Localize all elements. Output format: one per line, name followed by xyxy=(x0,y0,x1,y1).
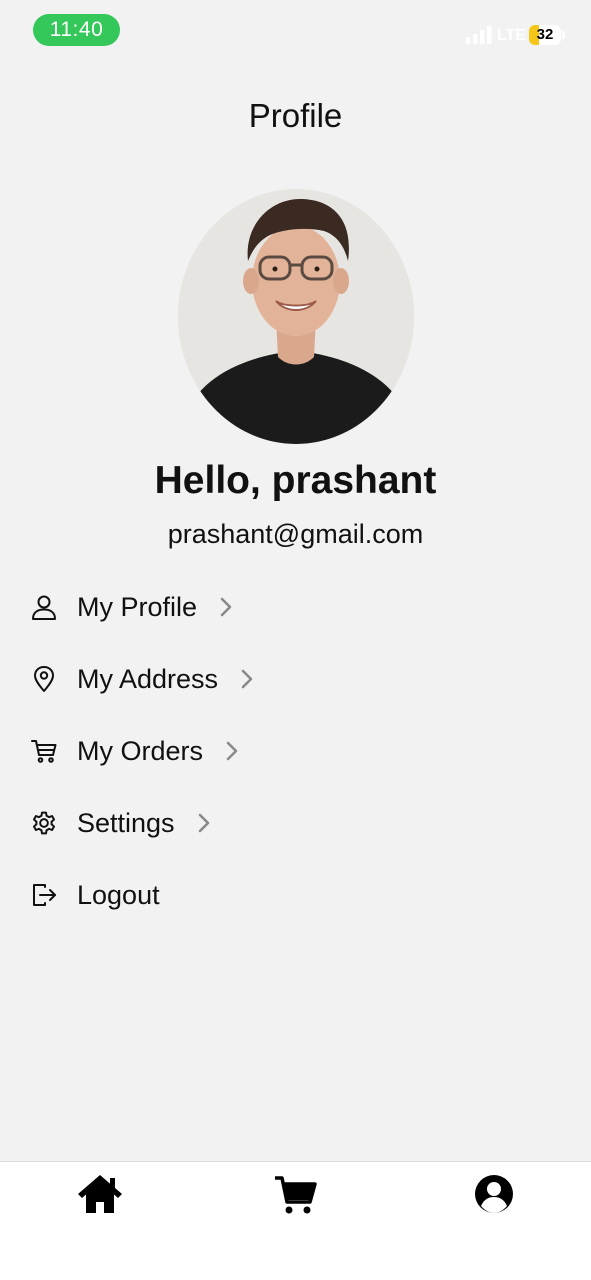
nav-account[interactable] xyxy=(470,1172,518,1216)
home-icon xyxy=(78,1175,122,1213)
menu-item-label: My Address xyxy=(77,663,219,694)
network-type: LTE xyxy=(497,27,527,44)
account-circle-icon xyxy=(475,1175,513,1213)
status-bar: 11:40 LTE 32 xyxy=(0,0,591,60)
cart-outline-icon xyxy=(30,737,58,765)
avatar[interactable] xyxy=(178,189,414,444)
nav-cart[interactable] xyxy=(272,1172,320,1216)
user-email: prashant@gmail.com xyxy=(167,519,424,549)
logout-icon xyxy=(30,881,58,909)
bottom-nav xyxy=(0,1161,591,1280)
chevron-right-icon xyxy=(197,812,211,834)
chevron-right-icon xyxy=(240,668,254,690)
menu-item-label: My Profile xyxy=(77,591,198,622)
location-pin-icon xyxy=(30,665,58,693)
gear-icon xyxy=(30,809,58,837)
menu-item-label: Settings xyxy=(77,807,175,838)
profile-menu: My Profile My Address My Orders Settings… xyxy=(0,571,591,931)
user-icon xyxy=(30,593,58,621)
menu-item-my-address[interactable]: My Address xyxy=(0,643,591,715)
status-time: 11:40 xyxy=(33,14,120,46)
cart-icon xyxy=(275,1176,317,1214)
battery-cap xyxy=(562,31,565,39)
menu-item-label: My Orders xyxy=(77,735,204,766)
profile-screen: 11:40 LTE 32 Profile Hello, prashant pra… xyxy=(0,0,591,1280)
menu-item-my-profile[interactable]: My Profile xyxy=(0,571,591,643)
greeting-text: Hello, prashant xyxy=(154,459,437,502)
avatar-photo xyxy=(178,189,414,444)
nav-home[interactable] xyxy=(76,1172,124,1216)
menu-item-logout[interactable]: Logout xyxy=(0,859,591,931)
signal-icon xyxy=(466,26,494,44)
menu-item-my-orders[interactable]: My Orders xyxy=(0,715,591,787)
battery-level: 32 xyxy=(536,26,554,43)
chevron-right-icon xyxy=(225,740,239,762)
menu-item-settings[interactable]: Settings xyxy=(0,787,591,859)
page-title: Profile xyxy=(248,97,343,134)
chevron-right-icon xyxy=(219,596,233,618)
menu-item-label: Logout xyxy=(77,879,160,910)
battery-icon: 32 xyxy=(529,25,561,45)
